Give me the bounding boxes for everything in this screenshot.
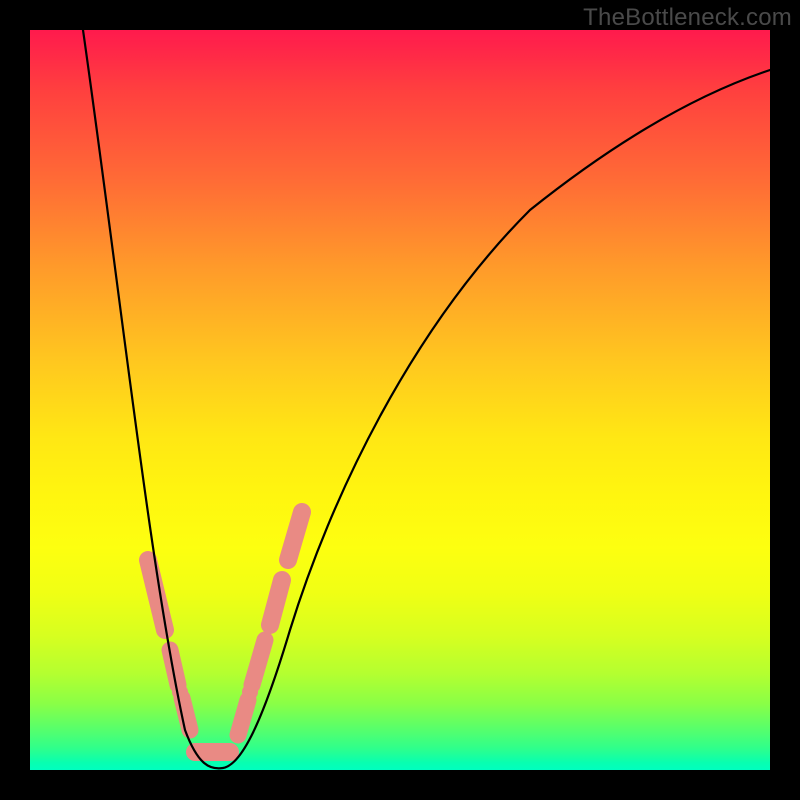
marker-segment [252,640,265,685]
marker-dot [242,684,258,700]
chart-svg [30,30,770,770]
marker-segment [270,580,282,625]
watermark-text: TheBottleneck.com [583,4,792,32]
chart-plot-area [30,30,770,770]
marker-dot [172,684,188,700]
marker-group [148,512,302,752]
marker-segment [288,512,302,560]
bottleneck-curve [83,30,770,768]
marker-segment [182,698,190,730]
marker-segment [238,700,248,735]
marker-segment [148,560,165,630]
marker-segment [170,650,178,685]
